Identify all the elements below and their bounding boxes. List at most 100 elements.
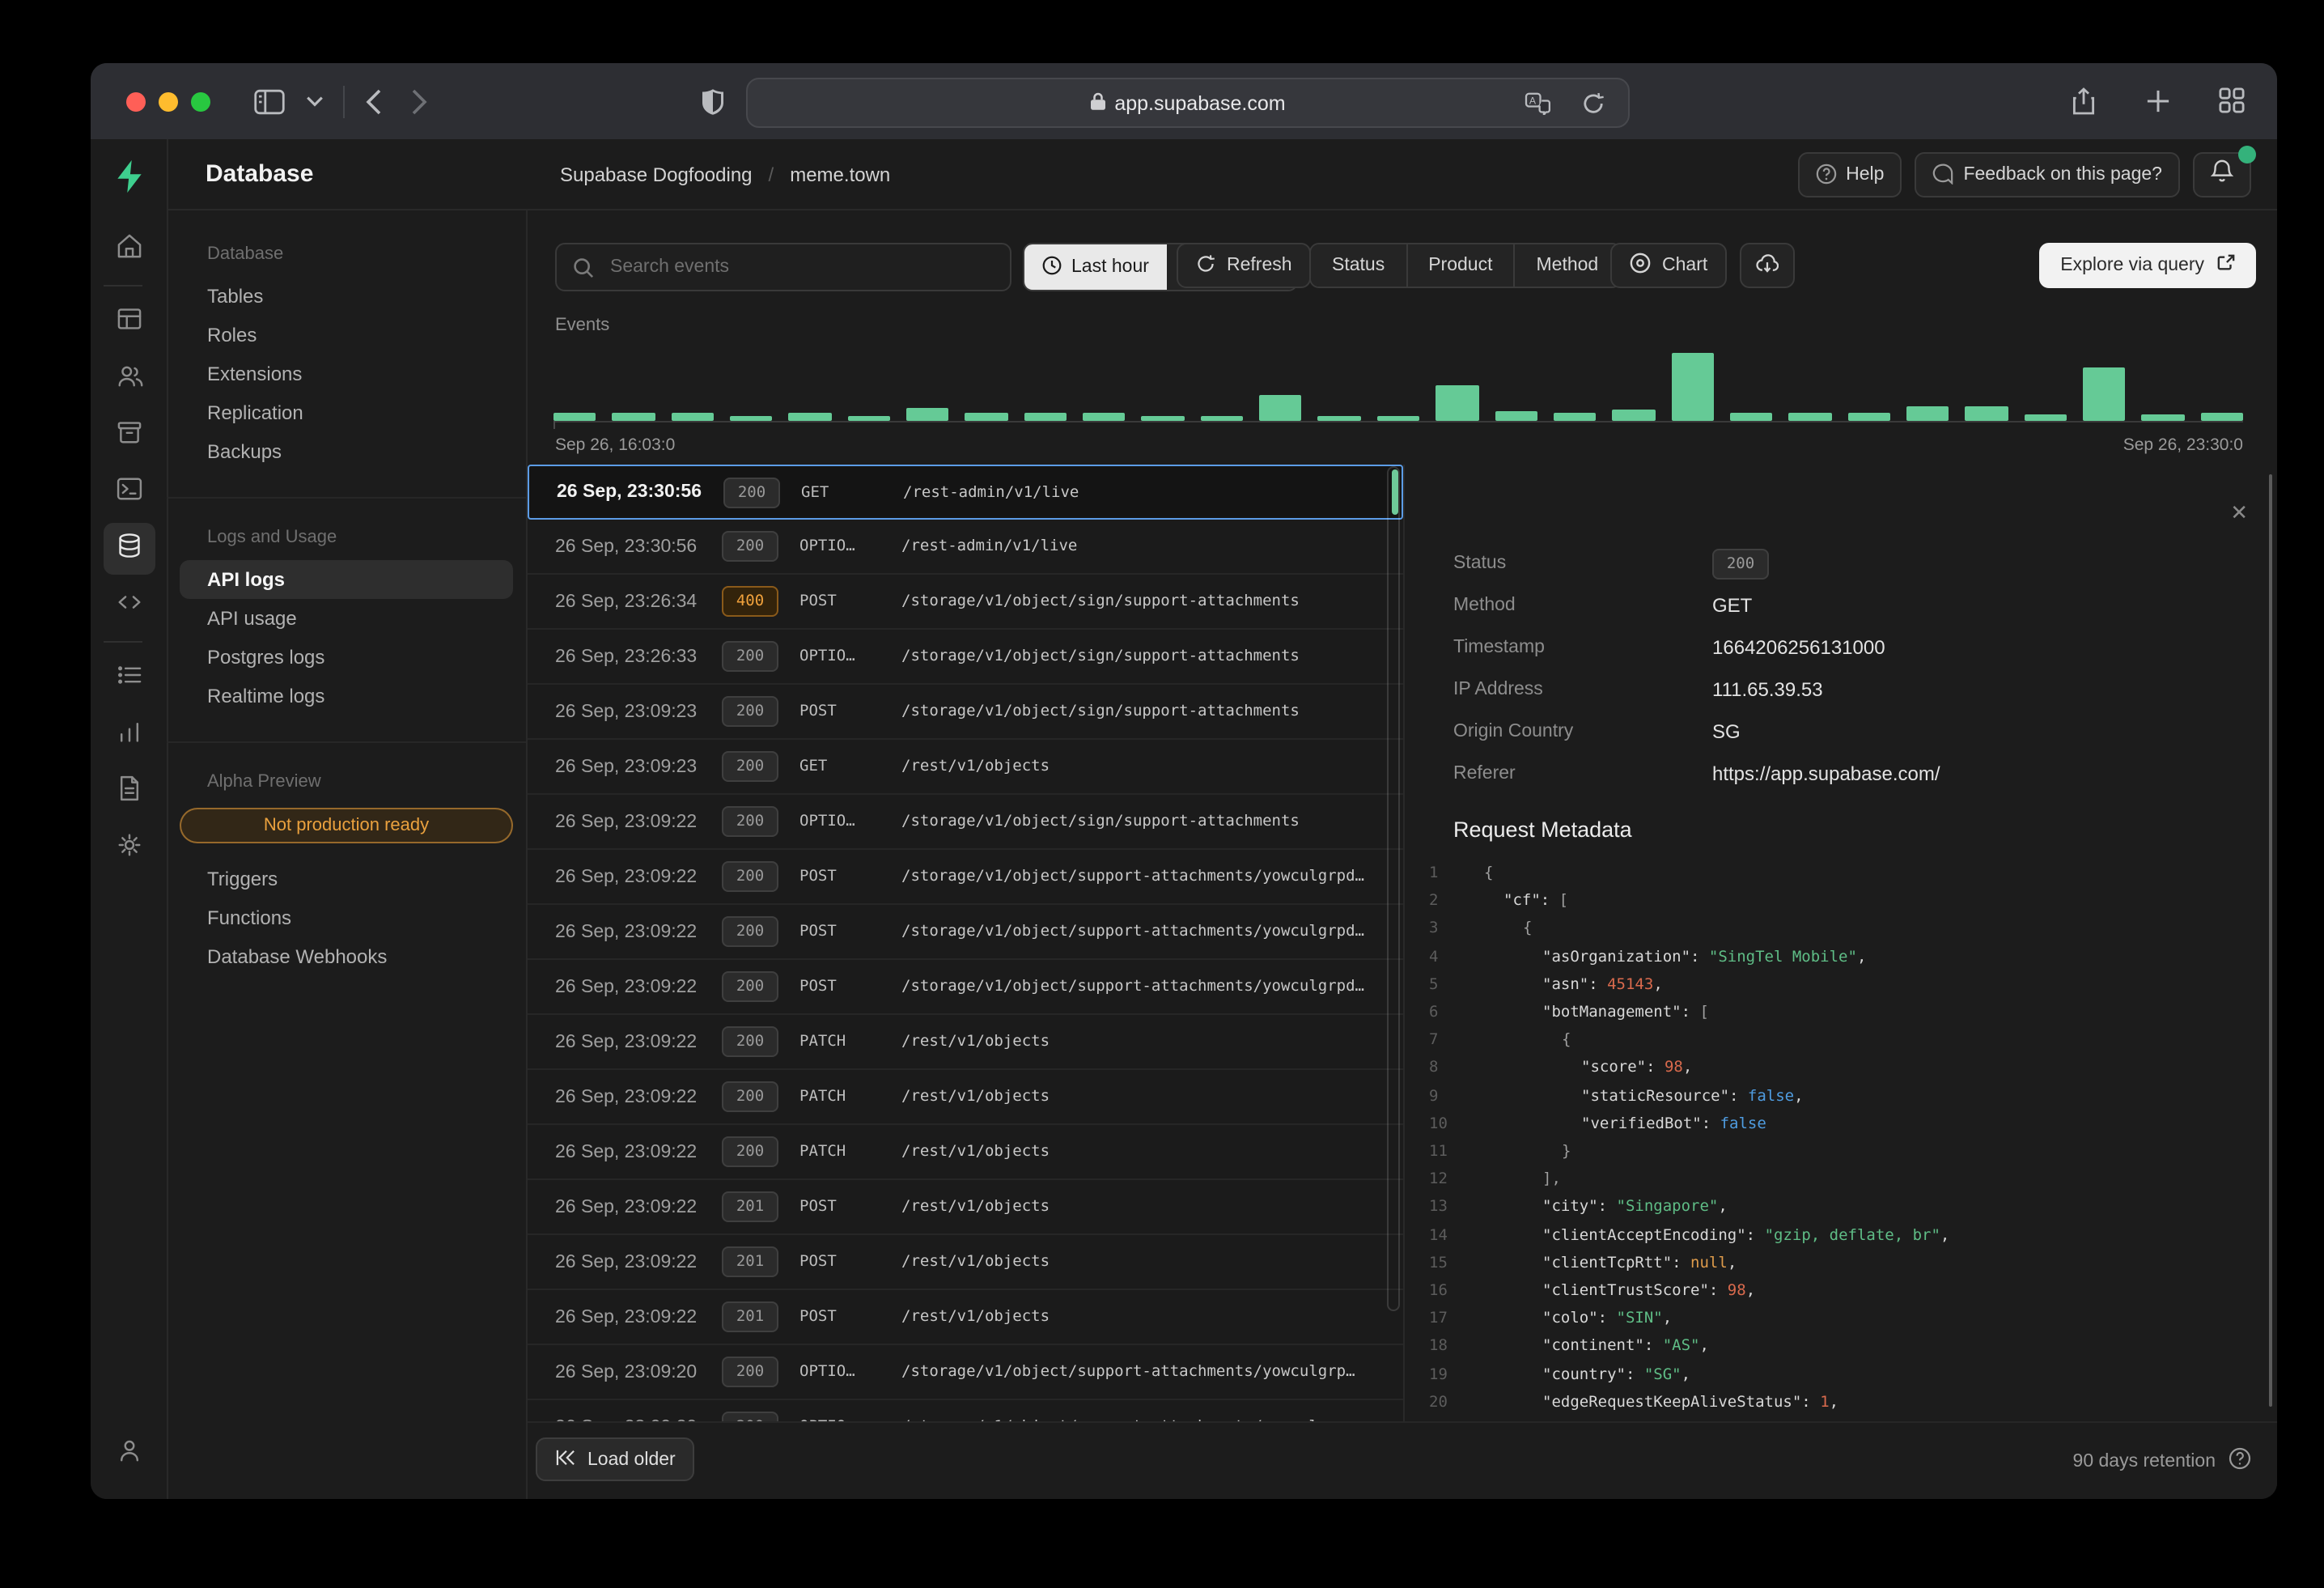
rail-item-gear[interactable] bbox=[103, 822, 155, 874]
rail-item-storage[interactable] bbox=[103, 410, 155, 461]
log-row[interactable]: 26 Sep, 23:09:22200PATCH/rest/v1/objects bbox=[528, 1015, 1403, 1070]
address-bar[interactable]: app.supabase.com A bbox=[746, 78, 1630, 128]
log-row[interactable]: 26 Sep, 23:09:22200PATCH/rest/v1/objects bbox=[528, 1070, 1403, 1125]
log-row[interactable]: 26 Sep, 23:09:22200PATCH/rest/v1/objects bbox=[528, 1125, 1403, 1180]
new-tab-icon[interactable] bbox=[2135, 78, 2180, 123]
forward-icon[interactable] bbox=[397, 79, 442, 124]
filter-method[interactable]: Method bbox=[1514, 244, 1620, 287]
translate-icon[interactable]: A bbox=[1515, 80, 1560, 125]
sidebar-toggle-icon[interactable] bbox=[246, 79, 291, 124]
chart-bar[interactable] bbox=[847, 416, 890, 421]
chart-bar[interactable] bbox=[2024, 414, 2067, 421]
chart-bar[interactable] bbox=[1201, 416, 1244, 421]
tab-overview-icon[interactable] bbox=[2209, 78, 2254, 123]
load-older-button[interactable]: Load older bbox=[536, 1437, 695, 1481]
chart-bar[interactable] bbox=[671, 413, 714, 421]
detail-scrollbar-thumb[interactable] bbox=[2269, 474, 2272, 1407]
chart-bar[interactable] bbox=[2200, 413, 2243, 421]
sidebar-item-functions[interactable]: Functions bbox=[180, 898, 513, 937]
log-row[interactable]: 26 Sep, 23:09:22200OPTIO…/storage/v1/obj… bbox=[528, 795, 1403, 850]
chart-bar[interactable] bbox=[1377, 416, 1420, 421]
table-scrollbar-thumb[interactable] bbox=[1392, 469, 1398, 515]
sidebar-item-replication[interactable]: Replication bbox=[180, 393, 513, 432]
back-icon[interactable] bbox=[351, 79, 397, 124]
connection-status-button[interactable] bbox=[1740, 243, 1795, 288]
chart-bar[interactable] bbox=[553, 413, 596, 421]
close-icon[interactable]: ✕ bbox=[2230, 500, 2248, 526]
rail-item-database[interactable] bbox=[103, 523, 155, 575]
log-row[interactable]: 26 Sep, 23:30:56200OPTIO…/rest-admin/v1/… bbox=[528, 520, 1403, 575]
chart-bar[interactable] bbox=[789, 413, 832, 421]
sidebar-item-realtime-logs[interactable]: Realtime logs bbox=[180, 677, 513, 715]
chart-bar[interactable] bbox=[1436, 385, 1478, 421]
sidebar-item-extensions[interactable]: Extensions bbox=[180, 355, 513, 393]
log-row[interactable]: 26 Sep, 23:09:22200POST/storage/v1/objec… bbox=[528, 850, 1403, 905]
sidebar-item-tables[interactable]: Tables bbox=[180, 277, 513, 316]
log-row[interactable]: 26 Sep, 23:30:56200GET/rest-admin/v1/liv… bbox=[528, 465, 1403, 520]
sidebar-item-database-webhooks[interactable]: Database Webhooks bbox=[180, 937, 513, 976]
close-window-button[interactable] bbox=[126, 91, 146, 111]
sidebar-item-api-logs[interactable]: API logs bbox=[180, 560, 513, 599]
rail-item-home[interactable] bbox=[103, 223, 155, 275]
chart-bar[interactable] bbox=[1495, 411, 1537, 421]
chart-toggle-button[interactable]: Chart bbox=[1610, 243, 1727, 288]
help-button[interactable]: Help bbox=[1797, 151, 1902, 197]
filter-status[interactable]: Status bbox=[1311, 244, 1406, 287]
refresh-button[interactable]: Refresh bbox=[1177, 243, 1312, 288]
zoom-window-button[interactable] bbox=[191, 91, 210, 111]
chart-bar[interactable] bbox=[1318, 416, 1361, 421]
chart-bar[interactable] bbox=[1142, 416, 1185, 421]
sidebar-item-api-usage[interactable]: API usage bbox=[180, 599, 513, 638]
chart-bar[interactable] bbox=[613, 413, 655, 421]
chart-bar[interactable] bbox=[906, 408, 949, 421]
chart-bar[interactable] bbox=[1788, 413, 1831, 421]
log-row[interactable]: 26 Sep, 23:09:23200GET/rest/v1/objects bbox=[528, 740, 1403, 795]
breadcrumb-org[interactable]: Supabase Dogfooding bbox=[560, 163, 753, 185]
log-row[interactable]: 26 Sep, 23:09:20200OPTIO…/storage/v1/obj… bbox=[528, 1345, 1403, 1400]
chart-bar[interactable] bbox=[1966, 406, 2008, 421]
chart-bar[interactable] bbox=[1554, 413, 1597, 421]
question-circle-icon[interactable] bbox=[2229, 1447, 2251, 1475]
time-range-last-hour[interactable]: Last hour bbox=[1024, 244, 1167, 290]
rail-item-table[interactable] bbox=[103, 296, 155, 348]
breadcrumb-project[interactable]: meme.town bbox=[790, 163, 890, 185]
chart-bar[interactable] bbox=[1671, 353, 1714, 421]
table-scrollbar-track[interactable] bbox=[1387, 466, 1400, 1311]
feedback-button[interactable]: Feedback on this page? bbox=[1915, 151, 2180, 197]
chart-bar[interactable] bbox=[1259, 395, 1302, 421]
log-row[interactable]: 26 Sep, 23:09:22201POST/rest/v1/objects bbox=[528, 1290, 1403, 1345]
sidebar-item-postgres-logs[interactable]: Postgres logs bbox=[180, 638, 513, 677]
rail-item-code[interactable] bbox=[103, 580, 155, 631]
chart-bar[interactable] bbox=[1083, 413, 1126, 421]
log-row[interactable]: 26 Sep, 23:09:22201POST/rest/v1/objects bbox=[528, 1180, 1403, 1235]
sidebar-item-triggers[interactable]: Triggers bbox=[180, 860, 513, 898]
chart-bar[interactable] bbox=[1847, 413, 1890, 421]
rail-item-list[interactable] bbox=[103, 652, 155, 704]
rail-item-reports[interactable] bbox=[103, 709, 155, 761]
supabase-logo[interactable] bbox=[111, 159, 146, 202]
chart-bar[interactable] bbox=[1612, 410, 1655, 421]
chevron-down-icon[interactable] bbox=[291, 79, 337, 124]
reload-icon[interactable] bbox=[1570, 80, 1615, 125]
chart-bar[interactable] bbox=[730, 416, 773, 421]
explore-via-query-button[interactable]: Explore via query bbox=[2039, 243, 2256, 288]
rail-item-users[interactable] bbox=[103, 353, 155, 405]
log-row[interactable]: 26 Sep, 23:09:22200POST/storage/v1/objec… bbox=[528, 905, 1403, 960]
search-events-field[interactable] bbox=[555, 243, 1011, 291]
search-input[interactable] bbox=[607, 256, 969, 278]
privacy-shield-icon[interactable] bbox=[689, 79, 735, 124]
log-row[interactable]: 26 Sep, 23:09:23200POST/storage/v1/objec… bbox=[528, 685, 1403, 740]
chart-bar[interactable] bbox=[2083, 367, 2126, 421]
log-row[interactable]: 26 Sep, 23:09:22201POST/rest/v1/objects bbox=[528, 1235, 1403, 1290]
rail-item-docs[interactable] bbox=[103, 766, 155, 817]
log-row[interactable]: 26 Sep, 23:09:22200POST/storage/v1/objec… bbox=[528, 960, 1403, 1015]
minimize-window-button[interactable] bbox=[159, 91, 178, 111]
share-icon[interactable] bbox=[2060, 78, 2106, 123]
log-row[interactable]: 26 Sep, 23:26:33200OPTIO…/storage/v1/obj… bbox=[528, 630, 1403, 685]
sidebar-item-roles[interactable]: Roles bbox=[180, 316, 513, 355]
rail-item-terminal[interactable] bbox=[103, 466, 155, 518]
chart-bar[interactable] bbox=[965, 413, 1008, 421]
filter-product[interactable]: Product bbox=[1406, 244, 1513, 287]
notifications-button[interactable] bbox=[2193, 151, 2251, 197]
chart-bar[interactable] bbox=[1906, 406, 1949, 421]
